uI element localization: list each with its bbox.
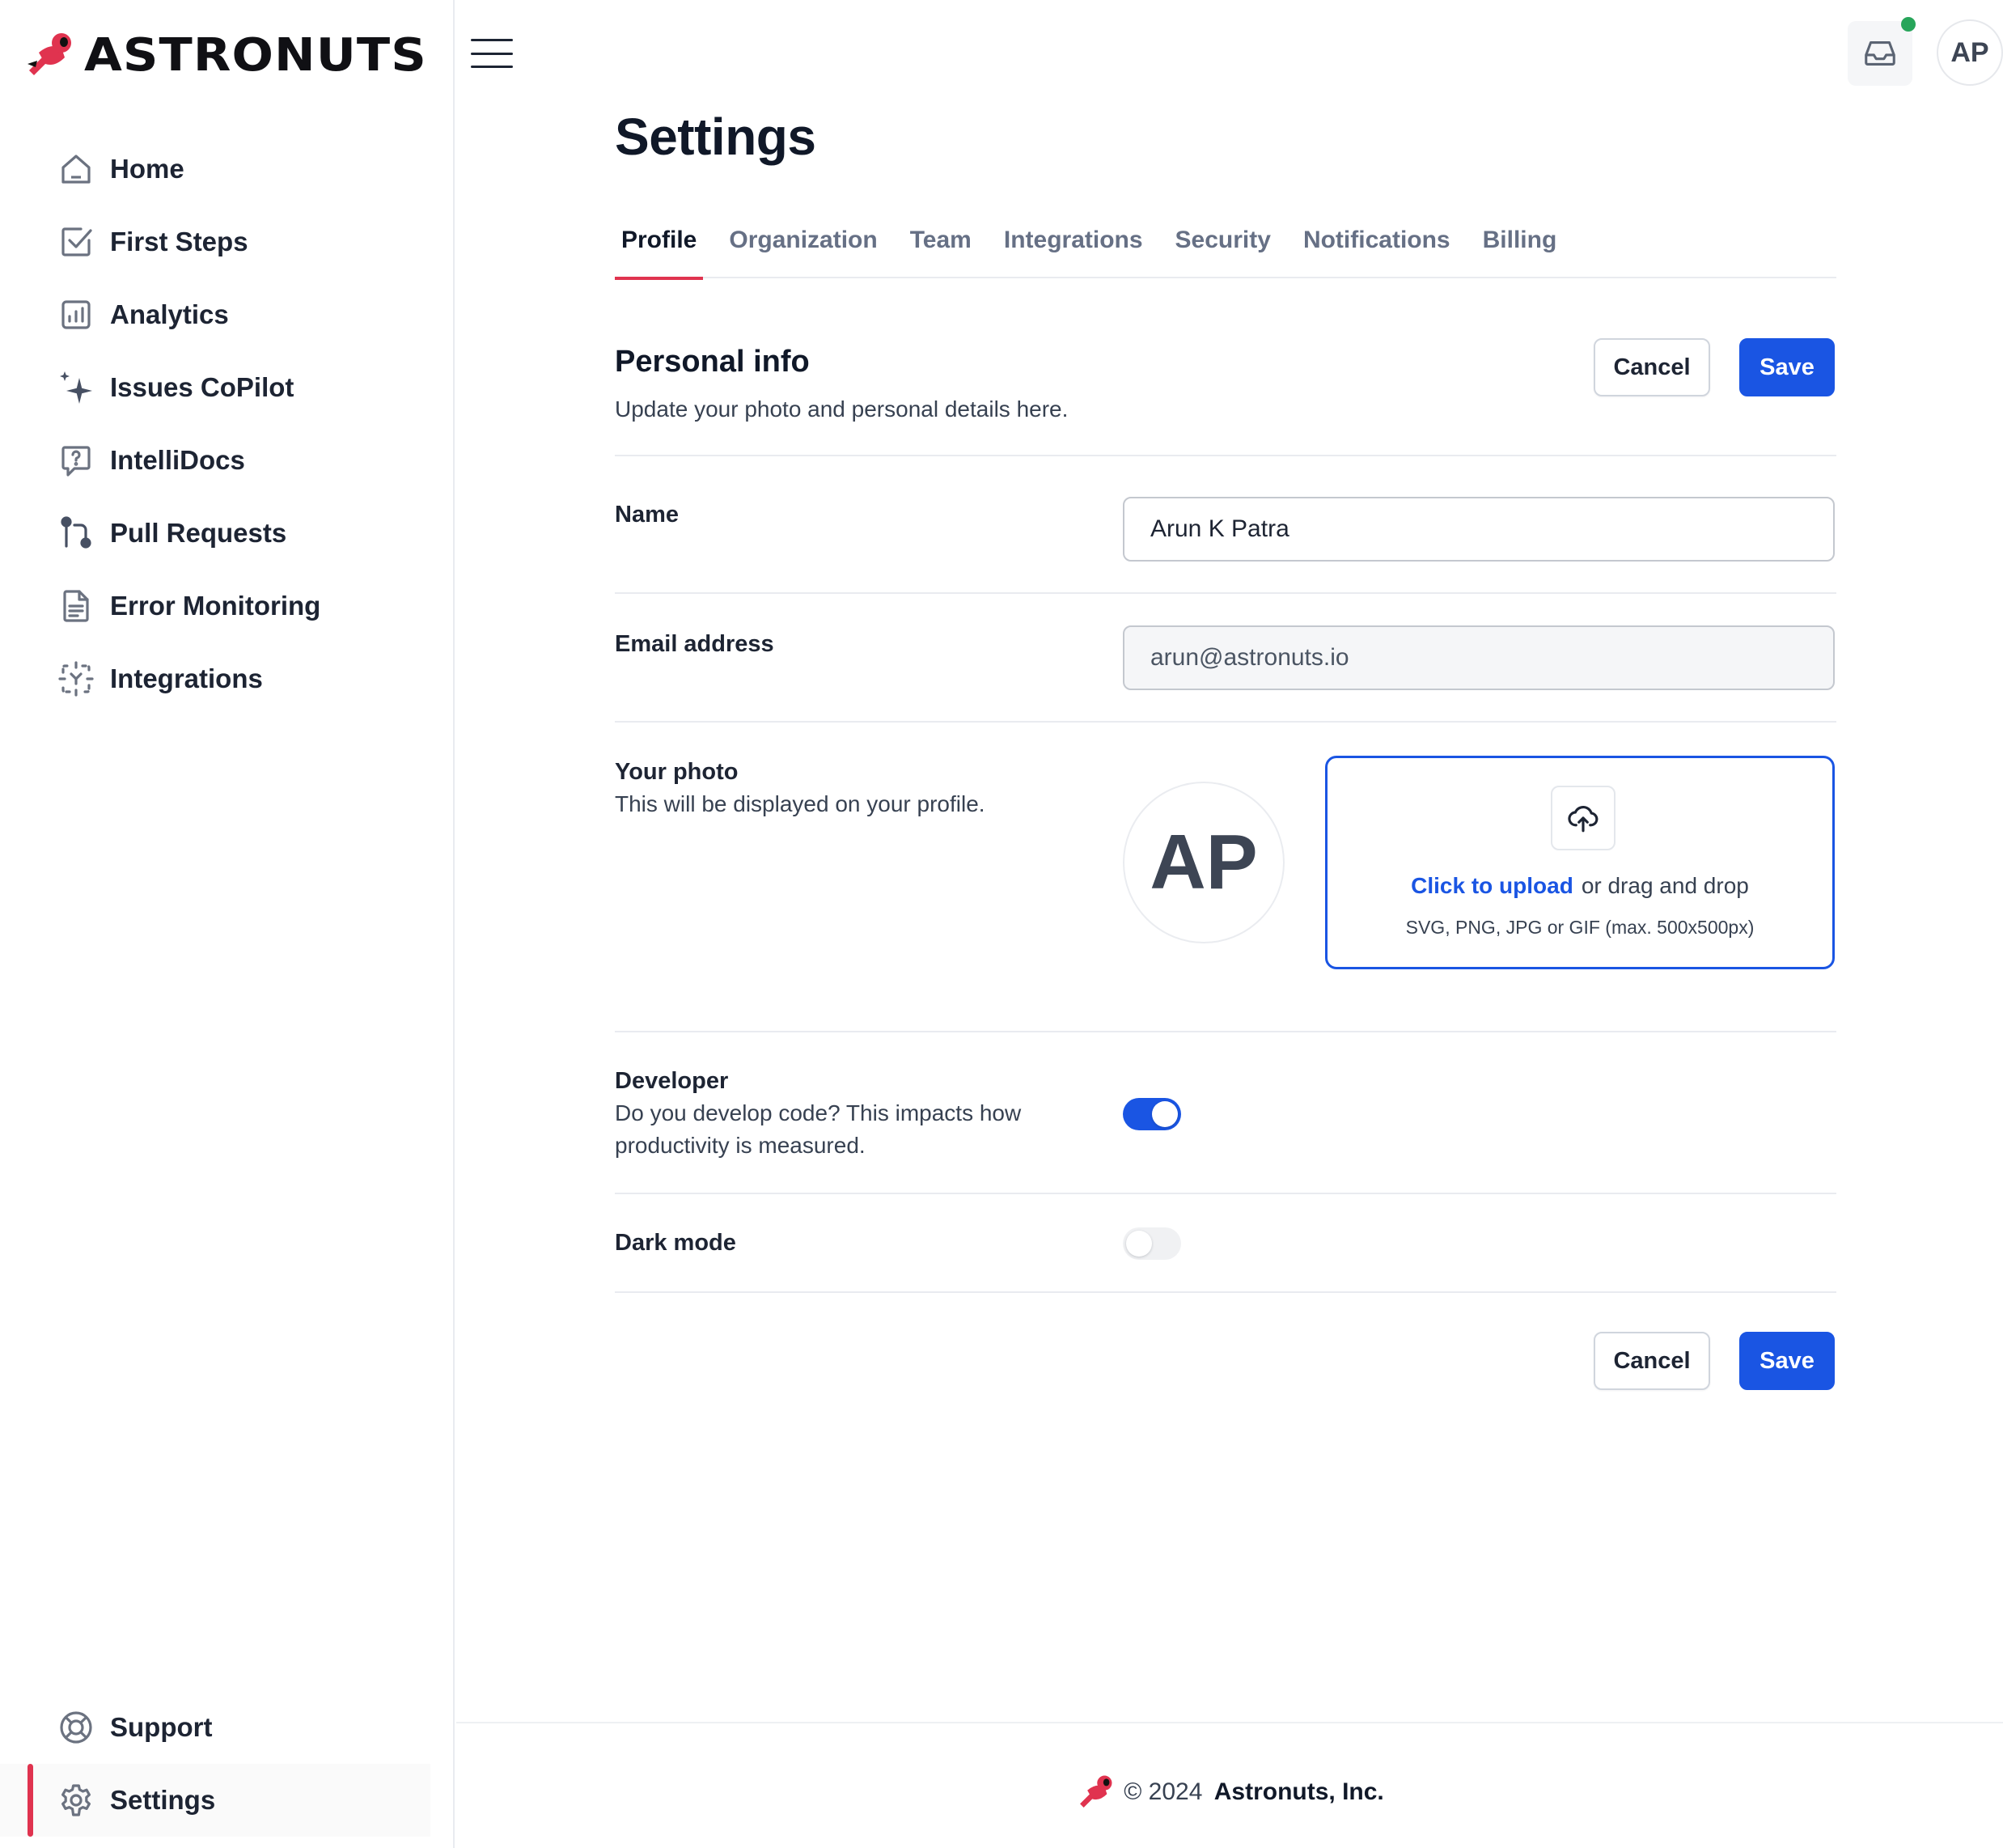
photo-description: This will be displayed on your profile. bbox=[615, 791, 985, 816]
cancel-button[interactable]: Cancel bbox=[1594, 338, 1710, 396]
inbox-button[interactable] bbox=[1848, 21, 1912, 86]
sidebar-item-label: Home bbox=[110, 154, 184, 184]
email-label: Email address bbox=[615, 631, 774, 657]
sidebar-item-label: Issues CoPilot bbox=[110, 372, 294, 402]
tab-integrations[interactable]: Integrations bbox=[997, 218, 1150, 278]
sidebar-bottom-nav: Support Settings bbox=[0, 1691, 455, 1837]
copyright-year: © 2024 bbox=[1124, 1778, 1203, 1805]
sidebar-item-home[interactable]: Home bbox=[57, 133, 320, 206]
sidebar-item-support[interactable]: Support bbox=[0, 1691, 455, 1764]
menu-toggle-icon[interactable] bbox=[471, 39, 513, 68]
notification-dot bbox=[1901, 17, 1916, 32]
toggle-knob bbox=[1126, 1231, 1152, 1257]
developer-label: Developer bbox=[615, 1068, 729, 1094]
bar-chart-icon bbox=[61, 300, 91, 329]
sidebar-item-first-steps[interactable]: First Steps bbox=[57, 206, 320, 278]
astronaut-logo-icon bbox=[28, 33, 71, 75]
divider bbox=[615, 592, 1836, 594]
photo-label: Your photo bbox=[615, 759, 739, 785]
sidebar-item-pull-requests[interactable]: Pull Requests bbox=[57, 497, 320, 570]
copyright-text: © 2024 Astronuts, Inc. bbox=[1124, 1778, 1384, 1806]
click-to-upload-link[interactable]: Click to upload bbox=[1411, 873, 1573, 898]
divider bbox=[615, 1031, 1836, 1032]
sidebar-item-label: First Steps bbox=[110, 227, 248, 256]
cloud-upload-icon bbox=[1568, 805, 1599, 833]
inbox-icon bbox=[1865, 41, 1895, 66]
sidebar-item-analytics[interactable]: Analytics bbox=[57, 278, 320, 351]
home-icon bbox=[61, 155, 91, 184]
sparkles-icon bbox=[60, 371, 92, 404]
sidebar-nav: Home First Steps Analytics Issues CoPilo… bbox=[57, 133, 320, 715]
sidebar-item-label: Pull Requests bbox=[110, 518, 287, 548]
toggle-knob bbox=[1152, 1101, 1178, 1127]
name-label: Name bbox=[615, 502, 679, 528]
divider bbox=[615, 1291, 1836, 1293]
sidebar-item-label: IntelliDocs bbox=[110, 445, 245, 475]
help-message-icon bbox=[61, 446, 91, 477]
section-subtitle: Update your photo and personal details h… bbox=[615, 396, 1069, 422]
section-title: Personal info bbox=[615, 345, 810, 379]
life-buoy-icon bbox=[60, 1711, 92, 1744]
sidebar-item-label: Analytics bbox=[110, 299, 229, 329]
save-button[interactable]: Save bbox=[1739, 1332, 1835, 1390]
divider bbox=[615, 721, 1836, 723]
sidebar-item-intellidocs[interactable]: IntelliDocs bbox=[57, 424, 320, 497]
dark-mode-toggle[interactable] bbox=[1123, 1227, 1181, 1260]
tab-organization[interactable]: Organization bbox=[722, 218, 883, 278]
photo-upload-dropzone[interactable]: Click to upload or drag and drop SVG, PNG… bbox=[1325, 756, 1835, 969]
git-pull-request-icon bbox=[61, 516, 91, 549]
company-name: Astronuts, Inc. bbox=[1213, 1778, 1384, 1805]
sidebar-item-label: Support bbox=[110, 1712, 213, 1742]
divider bbox=[615, 1193, 1836, 1194]
user-avatar[interactable]: AP bbox=[1937, 19, 2003, 86]
settings-tabs: Profile Organization Team Integrations S… bbox=[615, 218, 1836, 280]
cancel-button[interactable]: Cancel bbox=[1594, 1332, 1710, 1390]
sidebar-item-label: Error Monitoring bbox=[110, 591, 321, 621]
tab-profile[interactable]: Profile bbox=[615, 218, 704, 280]
footer-divider bbox=[456, 1722, 2003, 1723]
sidebar-item-error-monitoring[interactable]: Error Monitoring bbox=[57, 570, 320, 642]
dark-mode-label: Dark mode bbox=[615, 1230, 736, 1256]
file-document-icon bbox=[63, 590, 89, 622]
upload-hint: SVG, PNG, JPG or GIF (max. 500x500px) bbox=[1405, 917, 1755, 938]
name-input[interactable] bbox=[1123, 497, 1835, 562]
integrations-icon bbox=[58, 661, 94, 697]
tab-team[interactable]: Team bbox=[904, 218, 978, 278]
tab-billing[interactable]: Billing bbox=[1476, 218, 1564, 278]
sidebar-item-integrations[interactable]: Integrations bbox=[57, 642, 320, 715]
sidebar-item-issues-copilot[interactable]: Issues CoPilot bbox=[57, 351, 320, 424]
profile-photo-avatar: AP bbox=[1123, 782, 1285, 943]
brand-name: ASTRONUTS bbox=[84, 28, 427, 82]
checkbox-icon bbox=[61, 227, 92, 256]
email-field[interactable] bbox=[1123, 625, 1835, 690]
page-title: Settings bbox=[615, 108, 816, 166]
tab-security[interactable]: Security bbox=[1169, 218, 1277, 278]
upload-text: or drag and drop bbox=[1581, 873, 1749, 898]
upload-icon-box bbox=[1551, 786, 1616, 850]
astronaut-logo-icon bbox=[1080, 1775, 1112, 1808]
upload-instructions: Click to upload or drag and drop bbox=[1328, 873, 1832, 899]
sidebar-item-label: Integrations bbox=[110, 663, 263, 693]
sidebar: ASTRONUTS Home First Steps Analytics Iss… bbox=[0, 0, 455, 1848]
developer-description: Do you develop code? This impacts how pr… bbox=[615, 1100, 1022, 1158]
tab-notifications[interactable]: Notifications bbox=[1297, 218, 1457, 278]
divider bbox=[615, 455, 1836, 456]
developer-toggle[interactable] bbox=[1123, 1098, 1181, 1130]
brand-logo[interactable]: ASTRONUTS bbox=[23, 23, 426, 87]
save-button[interactable]: Save bbox=[1739, 338, 1835, 396]
footer: © 2024 Astronuts, Inc. bbox=[0, 1772, 2003, 1812]
